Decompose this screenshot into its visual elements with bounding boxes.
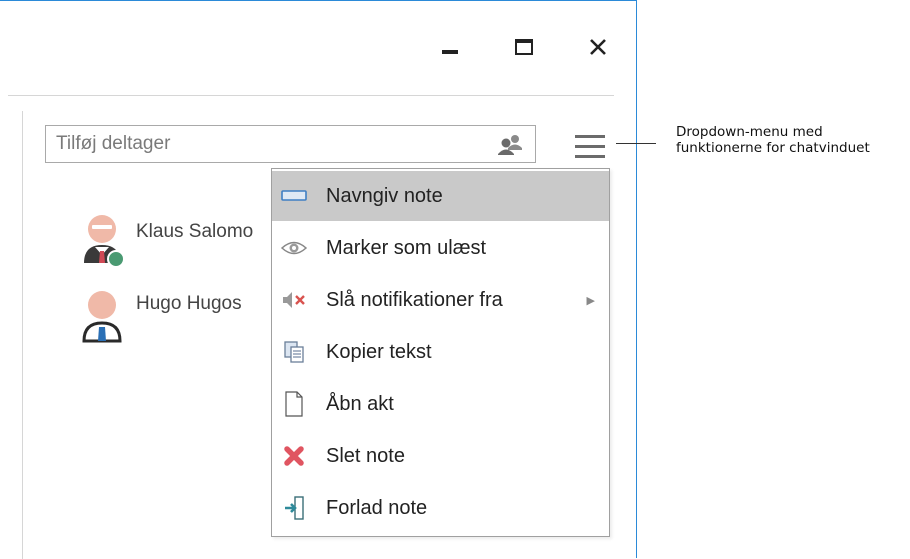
dropdown-menu: Navngiv note Marker som ulæst Slå notifi… — [271, 168, 610, 537]
menu-item-rename[interactable]: Navngiv note — [272, 171, 609, 221]
rename-icon — [280, 182, 308, 210]
menu-item-label: Marker som ulæst — [326, 236, 487, 259]
submenu-arrow-icon: ▶ — [586, 294, 595, 307]
menu-item-label: Forlad note — [326, 496, 428, 519]
mute-icon — [280, 286, 308, 314]
maximize-icon — [515, 39, 533, 55]
minimize-button[interactable] — [432, 29, 468, 65]
participant-name: Klaus Salomo — [136, 221, 254, 242]
menu-item-label: Navngiv note — [326, 184, 443, 207]
hamburger-menu-button[interactable] — [573, 129, 607, 163]
maximize-button[interactable] — [506, 29, 542, 65]
annotation-line-1: Dropdown-menu med — [676, 124, 823, 140]
menu-item-copy-text[interactable]: Kopier tekst — [272, 327, 609, 377]
annotation-line-2: funktionerne for chatvinduet — [676, 140, 870, 156]
annotation-callout: Dropdown-menu med funktionerne for chatv… — [676, 124, 870, 156]
document-icon — [280, 390, 308, 418]
add-participant-input[interactable] — [46, 132, 488, 156]
eye-icon — [280, 234, 308, 262]
menu-item-open-file[interactable]: Åbn akt — [272, 379, 609, 429]
hamburger-icon-bar — [575, 155, 605, 158]
avatar — [84, 215, 125, 268]
copy-icon — [280, 338, 308, 366]
menu-item-label: Slå notifikationer fra — [326, 288, 503, 311]
hamburger-icon — [575, 135, 605, 138]
add-participant-field[interactable] — [45, 125, 536, 163]
menu-item-leave-note[interactable]: Forlad note — [272, 483, 609, 533]
delete-icon — [280, 442, 308, 470]
hamburger-icon-bar — [575, 145, 605, 148]
add-participant-icon[interactable] — [495, 134, 525, 161]
menu-item-delete-note[interactable]: Slet note — [272, 431, 609, 481]
close-icon — [590, 39, 606, 55]
menu-item-label: Åbn akt — [326, 392, 394, 415]
annotation-leader-line — [616, 143, 656, 144]
participant-name: Hugo Hugos — [136, 293, 242, 314]
online-status-badge — [107, 250, 125, 268]
menu-item-mute-notifications[interactable]: Slå notifikationer fra ▶ — [272, 275, 609, 325]
header-divider — [8, 95, 614, 96]
minimize-icon — [442, 50, 458, 54]
menu-item-mark-unread[interactable]: Marker som ulæst — [272, 223, 609, 273]
menu-item-label: Slet note — [326, 444, 405, 467]
leave-icon — [280, 494, 308, 522]
content-left-border — [22, 111, 23, 559]
close-button[interactable] — [580, 29, 616, 65]
title-bar — [0, 1, 636, 91]
chat-window: Klaus Salomo Hugo Hugos Navngiv note Mar… — [0, 0, 637, 559]
menu-item-label: Kopier tekst — [326, 340, 432, 363]
avatar — [82, 291, 122, 343]
